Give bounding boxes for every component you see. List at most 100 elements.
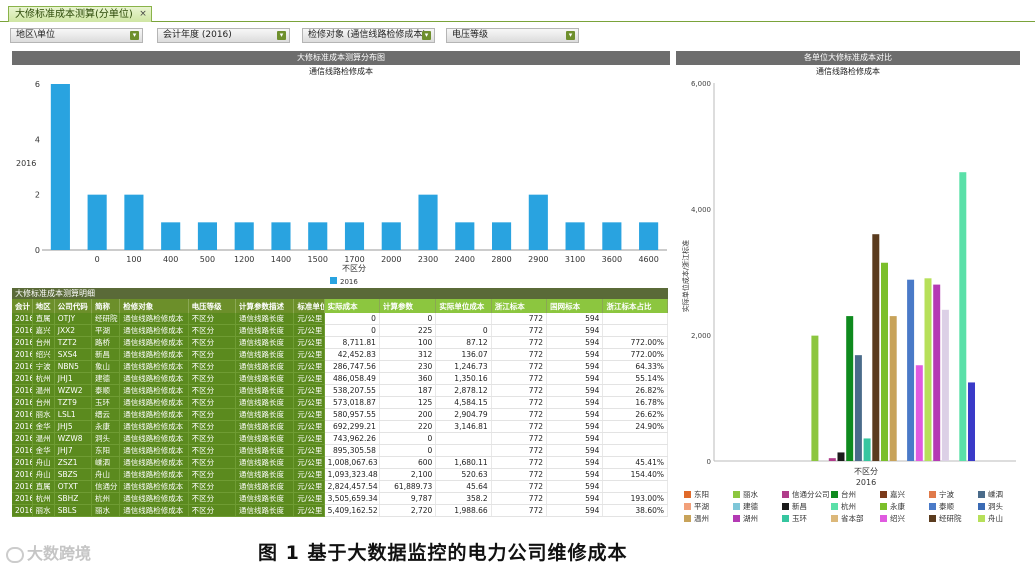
table-cell: 772 [491,360,548,373]
table-cell: 不区分 [188,468,236,481]
table-cell: 通信线路长度 [235,444,295,457]
column-header[interactable]: 电压等级 [188,299,236,313]
table-cell: 路桥 [91,336,121,349]
table-cell: 通信线路检修成本 [119,444,189,457]
table-row[interactable]: 2016舟山SBZS舟山通信线路检修成本不区分通信线路长度元/公里1,093,3… [12,468,668,481]
table-row[interactable]: 2016丽水LSL1缙云通信线路检修成本不区分通信线路长度元/公里580,957… [12,408,668,421]
table-row[interactable]: 2016台州TZT9玉环通信线路检修成本不区分通信线路长度元/公里573,018… [12,396,668,409]
bar [308,222,328,250]
filter-object[interactable]: 检修对象 (通信线路检修成本) ▾ [302,28,435,43]
table-cell: 直属 [32,480,55,493]
table-cell: 38.60% [602,504,668,517]
column-header[interactable]: 公司代码 [54,299,93,313]
table-cell: 平湖 [91,324,121,337]
legend-item: 温州 [684,513,709,524]
legend-label: 洞头 [988,502,1003,511]
table-row[interactable]: 2016温州WZW8洞头通信线路检修成本不区分通信线路长度元/公里743,962… [12,432,668,445]
bar [837,452,845,461]
table-row[interactable]: 2016金华JHJ5永康通信线路检修成本不区分通信线路长度元/公里692,299… [12,420,668,433]
y-tick-label: 4,000 [691,206,711,214]
column-header[interactable]: 检修对象 [119,299,189,313]
y-tick-label: 6 [35,80,40,89]
table-cell: 丽水 [91,504,121,517]
legend-item: 玉环 [782,513,807,524]
table-cell: 772 [491,408,548,421]
table-cell: 不区分 [188,492,236,505]
table-cell: SBLS [54,504,93,517]
legend-label: 绍兴 [890,514,905,523]
x-tick-label: 1200 [234,255,254,264]
x-tick-label: 4600 [638,255,658,264]
column-header[interactable]: 简称 [91,299,121,313]
table-cell: 0 [379,313,437,325]
table-row[interactable]: 2016嘉兴JXX2平湖通信线路检修成本不区分通信线路长度元/公里0225077… [12,324,668,337]
table-cell: 2016 [12,336,33,349]
table-cell: 舟山 [32,456,55,469]
table-row[interactable]: 2016丽水SBLS丽水通信线路检修成本不区分通信线路长度元/公里5,409,1… [12,504,668,517]
table-row[interactable]: 2016宁波NBN5象山通信线路检修成本不区分通信线路长度元/公里286,747… [12,360,668,373]
table-cell: JHJ7 [54,444,93,457]
table-cell: 573,018.87 [324,396,380,409]
column-header[interactable]: 浙江标本 [491,299,548,313]
legend-swatch [782,503,789,510]
column-header[interactable]: 实际单位成本 [435,299,492,313]
table-cell: 2,878.12 [435,384,492,397]
table-cell: 2016 [12,396,33,409]
table-row[interactable]: 2016温州WZW2泰顺通信线路检修成本不区分通信线路长度元/公里538,207… [12,384,668,397]
table-cell: 通信线路长度 [235,336,295,349]
table-cell: 通信线路检修成本 [119,480,189,493]
close-icon[interactable]: × [139,7,147,22]
table-row[interactable]: 2016直属OTJY经研院通信线路检修成本不区分通信线路长度元/公里007725… [12,313,668,325]
x-tick-label: 2400 [455,255,475,264]
table-cell: 1,093,323.48 [324,468,380,481]
table-cell: 绍兴 [32,348,55,361]
table-cell: 通信线路长度 [235,384,295,397]
column-header[interactable]: 会计 [12,299,33,313]
table-title: 大修标准成本测算明细 [12,288,668,299]
left-panel-header: 大修标准成本测算分布图 [12,51,670,65]
table-cell: 通信线路长度 [235,408,295,421]
bar [602,222,622,250]
table-cell: 元/公里 [293,432,325,445]
table-row[interactable]: 2016直属OTXT信通分通信线路检修成本不区分通信线路长度元/公里2,824,… [12,480,668,493]
table-row[interactable]: 2016台州TZT2路桥通信线路检修成本不区分通信线路长度元/公里8,711.8… [12,336,668,349]
bar [124,194,144,250]
filter-year[interactable]: 会计年度 (2016) ▾ [157,28,290,43]
table-cell: 772 [491,348,548,361]
table-cell: 594 [546,444,604,457]
table-cell: 594 [546,360,604,373]
column-header[interactable]: 实际成本 [324,299,380,313]
table-row[interactable]: 2016舟山ZSZ1嵊泗通信线路检修成本不区分通信线路长度元/公里1,008,0… [12,456,668,469]
table-row[interactable]: 2016绍兴SXS4新昌通信线路检修成本不区分通信线路长度元/公里42,452.… [12,348,668,361]
column-header[interactable]: 国网标本 [546,299,604,313]
legend-swatch [684,491,691,498]
y-tick-label: 0 [707,458,711,466]
column-header[interactable]: 计算参数描述 [235,299,295,313]
column-header[interactable]: 浙江标本占比 [602,299,668,313]
table-row[interactable]: 2016杭州SBHZ杭州通信线路检修成本不区分通信线路长度元/公里3,505,6… [12,492,668,505]
column-header[interactable]: 标准单位 [293,299,325,313]
table-cell: 金华 [32,444,55,457]
table-cell: 594 [546,324,604,337]
tab-cost-calc[interactable]: 大修标准成本测算(分单位) × [8,6,152,22]
table-row[interactable]: 2016金华JHJ7东阳通信线路检修成本不区分通信线路长度元/公里895,305… [12,444,668,457]
table-cell: 不区分 [188,336,236,349]
table-cell: 154.40% [602,468,668,481]
table-cell: 45.41% [602,456,668,469]
bar [234,222,254,250]
legend-swatch [978,515,985,522]
table-cell: 5,409,162.52 [324,504,380,517]
table-cell: 象山 [91,360,121,373]
filter-voltage[interactable]: 电压等级 ▾ [446,28,579,43]
filter-region[interactable]: 地区\单位 ▾ [10,28,143,43]
legend-item: 经研院 [929,513,962,524]
table-cell: 136.07 [435,348,492,361]
column-header[interactable]: 计算参数 [379,299,437,313]
legend-label: 泰顺 [939,502,954,511]
column-header[interactable]: 地区 [32,299,55,313]
legend-item: 建德 [733,501,758,512]
legend-item: 信通分公司 [782,489,830,500]
table-cell: 594 [546,336,604,349]
table-cell: 16.78% [602,396,668,409]
table-row[interactable]: 2016杭州JHJ1建德通信线路检修成本不区分通信线路长度元/公里486,058… [12,372,668,385]
